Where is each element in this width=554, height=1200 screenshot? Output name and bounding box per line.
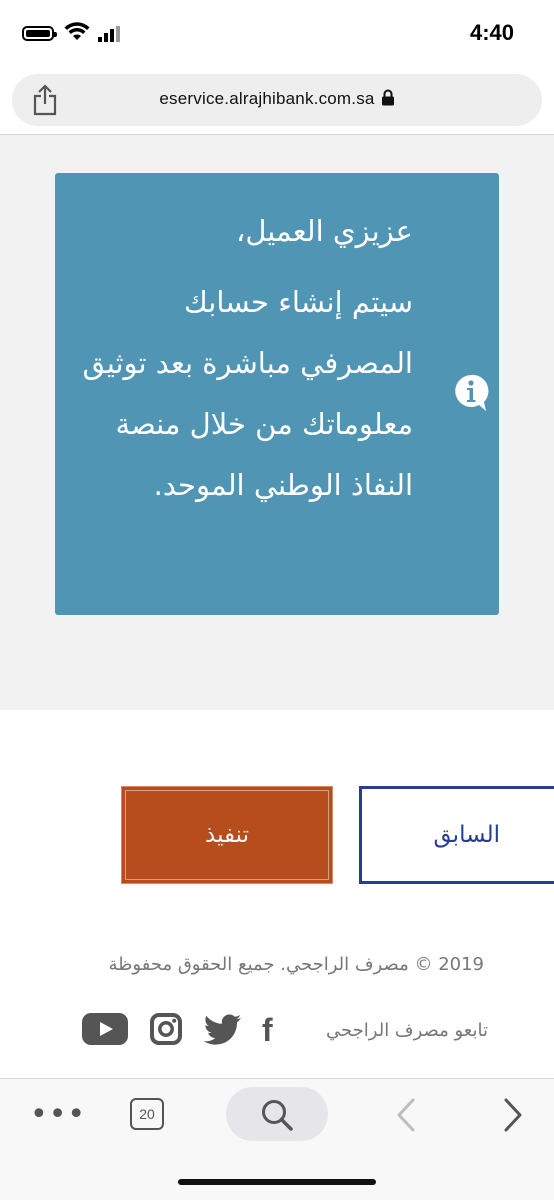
- more-icon[interactable]: •••: [30, 1100, 86, 1130]
- address-bar[interactable]: eservice.alrajhibank.com.sa: [12, 74, 542, 126]
- youtube-icon[interactable]: [82, 1013, 128, 1045]
- content-area: عزيزي العميل، سيتم إنشاء حسابك المصرفي م…: [0, 135, 554, 710]
- instagram-icon[interactable]: [150, 1013, 182, 1045]
- url-text: eservice.alrajhibank.com.sa: [159, 89, 375, 108]
- previous-button[interactable]: السابق: [359, 786, 554, 884]
- forward-icon[interactable]: [502, 1097, 524, 1133]
- notice-box: عزيزي العميل، سيتم إنشاء حسابك المصرفي م…: [55, 173, 499, 615]
- execute-button[interactable]: تنفيذ: [121, 786, 333, 884]
- lock-icon: [381, 89, 394, 106]
- facebook-icon[interactable]: f: [262, 1012, 273, 1049]
- twitter-icon[interactable]: [204, 1014, 242, 1046]
- search-icon: [262, 1100, 293, 1131]
- notice-greeting: عزيزي العميل،: [235, 214, 413, 248]
- clock: 4:40: [469, 20, 514, 45]
- info-icon: [455, 374, 489, 411]
- url-display[interactable]: eservice.alrajhibank.com.sa: [12, 89, 542, 109]
- signal-icon: [98, 26, 120, 42]
- search-button[interactable]: [226, 1087, 328, 1141]
- home-indicator: [178, 1179, 376, 1185]
- notice-text: عزيزي العميل، سيتم إنشاء حسابك المصرفي م…: [73, 201, 413, 516]
- status-bar: 4:40: [0, 0, 554, 70]
- back-icon[interactable]: [395, 1097, 417, 1133]
- notice-message: سيتم إنشاء حسابك المصرفي مباشرة بعد توثي…: [82, 285, 413, 502]
- follow-label: تابعو مصرف الراجحي: [326, 1020, 488, 1041]
- battery-icon: [22, 26, 57, 41]
- wifi-icon: [64, 22, 90, 40]
- browser-toolbar: ••• 20: [0, 1079, 554, 1200]
- copyright-text: 2019 © مصرف الراجحي. جميع الحقوق محفوظة: [108, 954, 484, 975]
- tabs-icon[interactable]: 20: [130, 1098, 164, 1130]
